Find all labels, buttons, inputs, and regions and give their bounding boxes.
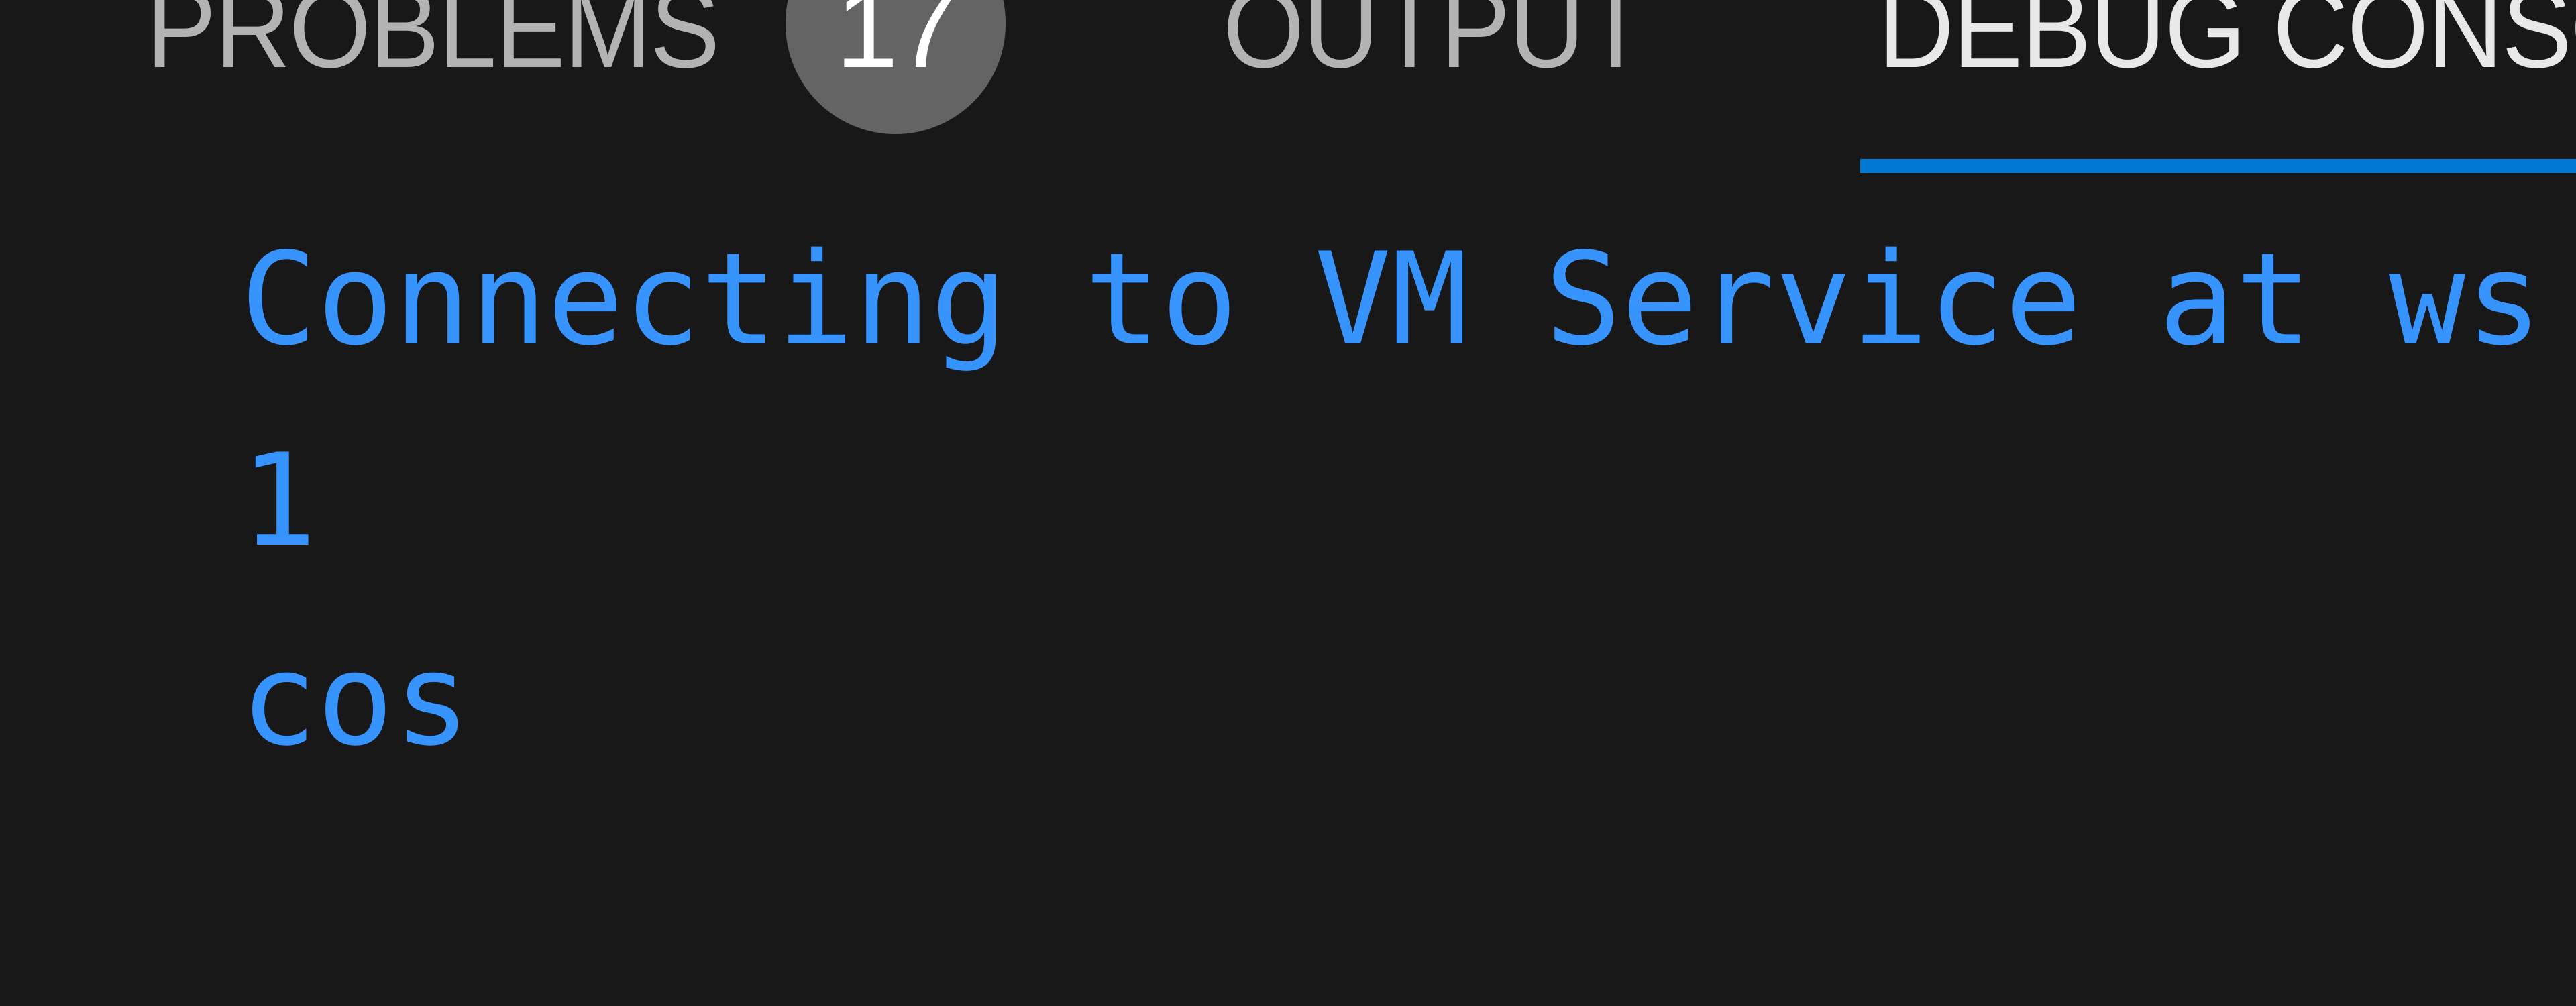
tab-debug-console-label: DEBUG CONSOLE [1878,0,2576,91]
bottom-panel: PROBLEMS 17 OUTPUT DEBUG CONSOLE Connect… [0,0,2576,1006]
tab-debug-console[interactable]: DEBUG CONSOLE [1878,0,2576,173]
console-line: 1 [240,427,317,575]
debug-console-output[interactable]: Connecting to VM Service at ws 1 cos [0,176,2576,1006]
console-line: Connecting to VM Service at ws [240,225,2542,374]
active-tab-indicator [1860,159,2576,173]
tab-output-label: OUTPUT [1223,0,1648,91]
tab-problems[interactable]: PROBLEMS [146,0,762,173]
console-line: cos [240,626,471,774]
tab-problems-label: PROBLEMS [146,0,720,91]
problems-count: 17 [835,0,959,91]
panel-tab-bar: PROBLEMS 17 OUTPUT DEBUG CONSOLE [0,0,2576,176]
problems-count-badge: 17 [786,0,1006,134]
tab-output[interactable]: OUTPUT [1223,0,1678,173]
